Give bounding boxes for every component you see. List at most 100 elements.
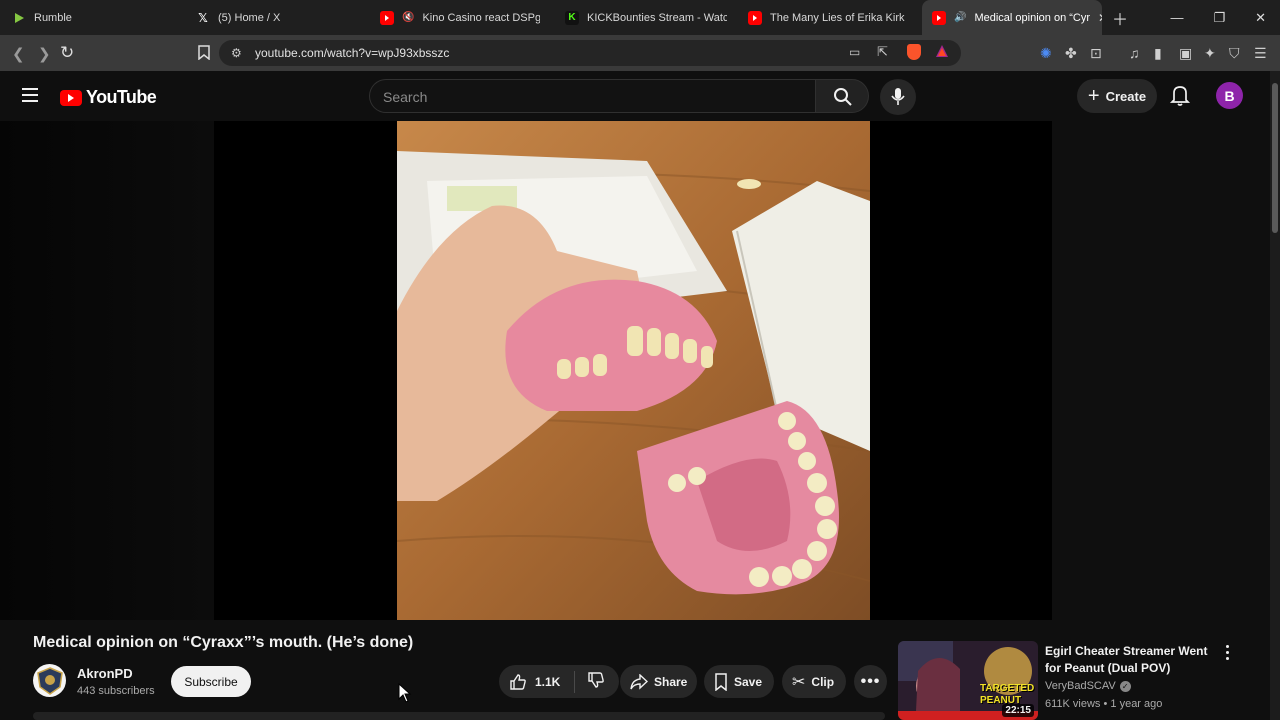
scrollbar-thumb[interactable] [1272,83,1278,233]
thumbs-down-icon [588,672,605,688]
media-icon[interactable]: ♫ [1129,45,1140,61]
save-bookmark-icon [715,672,727,691]
more-horizontal-icon: ••• [860,672,881,690]
channel-name[interactable]: AkronPD [77,666,133,681]
youtube-wordmark: YouTube [86,87,157,107]
share-button[interactable]: Share [620,665,697,698]
like-dislike-group: 1.1K [499,665,619,698]
plus-icon: + [1087,84,1100,107]
leo-ai-icon[interactable]: ✦ [1204,45,1216,62]
youtube-play-icon [60,89,82,106]
search-input[interactable]: Search [369,79,815,113]
address-bar[interactable]: ⚙ youtube.com/watch?v=wpJ93xbsszc ▭ ⇱ [219,40,961,66]
thumbs-up-icon [510,673,526,690]
browser-toolbar: ❮ ❯ ↻ ⚙ youtube.com/watch?v=wpJ93xbsszc … [0,35,1280,71]
more-actions-button[interactable]: ••• [854,665,887,698]
tab-label: Medical opinion on “Cyr [974,11,1091,24]
account-avatar[interactable]: B [1216,82,1243,109]
hamburger-menu-icon[interactable] [22,88,38,102]
youtube-icon [380,10,394,25]
tab-label: Kino Casino react DSPgamin [422,11,540,24]
extensions-icon[interactable]: ✤ [1065,45,1077,62]
channel-avatar[interactable] [33,664,66,697]
tab-x[interactable]: 𝕏 (5) Home / X [196,0,366,35]
description-box[interactable] [33,712,885,720]
microphone-icon [891,88,905,105]
notifications-bell-icon[interactable] [1168,83,1192,107]
muted-icon[interactable]: 🔇 [402,12,414,23]
forward-icon[interactable]: ❯ [38,45,51,63]
x-icon: 𝕏 [198,10,208,25]
minimize-icon[interactable]: — [1170,10,1183,25]
restore-icon[interactable]: ❐ [1213,10,1225,26]
police-badge-icon [36,666,63,695]
brave-rewards-icon[interactable] [935,44,949,63]
create-label: Create [1105,88,1147,104]
like-button[interactable]: 1.1K [509,673,560,691]
browser-tab-strip: Rumble 𝕏 (5) Home / X 🔇 Kino Casino reac… [0,0,1280,35]
recommended-video-meta: 611K views • 1 year ago [1045,698,1163,710]
clip-button[interactable]: ✂ Clip [782,665,846,698]
youtube-logo[interactable]: YouTube [60,87,157,108]
close-window-icon[interactable]: ✕ [1255,10,1266,26]
dislike-button[interactable] [587,671,605,692]
site-settings-icon[interactable]: ⚙ [231,46,242,60]
subscribe-button[interactable]: Subscribe [171,666,251,697]
mouse-cursor-icon [398,683,412,703]
tab-label: Rumble [34,11,72,24]
save-button[interactable]: Save [704,665,774,698]
audio-playing-icon[interactable]: 🔊 [954,12,966,23]
ambient-glow [0,121,214,620]
recommended-channel[interactable]: VeryBadSCAV ✓ [1045,680,1131,692]
video-player[interactable] [214,121,1052,620]
tab-label: The Many Lies of Erika Kirk Pt.1 [770,11,908,24]
create-button[interactable]: + Create [1077,79,1157,113]
search-icon [834,88,852,106]
tab-label: KICKBounties Stream - Watch Li [587,11,727,24]
wallet-icon[interactable]: ▣ [1179,45,1192,62]
share-page-icon[interactable]: ⇱ [877,44,888,60]
video-duration: 22:15 [1002,704,1034,717]
recommended-video-thumbnail[interactable]: TARGETED PEANUT 22:15 [898,641,1038,720]
tab-label: (5) Home / X [218,11,281,24]
more-vertical-icon[interactable] [1222,645,1232,661]
share-icon [630,673,648,690]
recommended-channel-name: VeryBadSCAV [1045,680,1116,692]
subscribe-label: Subscribe [184,674,238,689]
recommended-video-title[interactable]: Egirl Cheater Streamer Went for Peanut (… [1045,643,1220,677]
search-placeholder: Search [383,89,428,105]
tab-kino-casino[interactable]: 🔇 Kino Casino react DSPgamin [380,0,540,35]
avatar-letter: B [1224,87,1235,104]
brave-shields-icon[interactable] [907,44,921,60]
youtube-icon [932,10,946,25]
tab-search-icon[interactable]: ⊡ [1090,45,1102,62]
reload-icon[interactable]: ↻ [60,43,74,63]
voice-search-button[interactable] [880,79,916,115]
video-title: Medical opinion on “Cyraxx”’s mouth. (He… [33,634,414,651]
video-frame-image [397,121,870,620]
page-scrollbar[interactable] [1270,71,1280,720]
subscriber-count: 443 subscribers [77,685,155,697]
share-label: Share [654,674,688,689]
close-tab-icon[interactable]: ✕ [1098,11,1102,25]
clip-label: Clip [811,674,835,689]
menu-icon[interactable]: ☰ [1254,45,1267,62]
new-tab-button[interactable]: ＋ [1112,0,1132,35]
youtube-header: YouTube Search + Create B [0,71,1270,121]
vpn-icon[interactable]: ✺ [1040,45,1052,62]
verified-check-icon: ✓ [1119,680,1131,692]
tab-medical-opinion-active[interactable]: 🔊 Medical opinion on “Cyr ✕ [922,0,1102,35]
vpn-shield-icon[interactable]: ⛉ [1229,45,1240,62]
back-icon[interactable]: ❮ [12,45,25,63]
tab-kick[interactable]: K KICKBounties Stream - Watch Li [565,0,727,35]
divider [574,670,576,693]
cast-icon[interactable]: ▭ [849,45,860,59]
url-text[interactable]: youtube.com/watch?v=wpJ93xbsszc [255,46,449,60]
tab-rumble[interactable]: Rumble [12,0,182,35]
rumble-icon [12,11,26,25]
sidebar-icon[interactable]: ▮ [1154,45,1162,62]
bookmark-icon[interactable] [198,45,210,63]
video-frame[interactable] [397,121,870,620]
search-button[interactable] [815,79,869,113]
tab-erika-kirk[interactable]: The Many Lies of Erika Kirk Pt.1 [748,0,908,35]
